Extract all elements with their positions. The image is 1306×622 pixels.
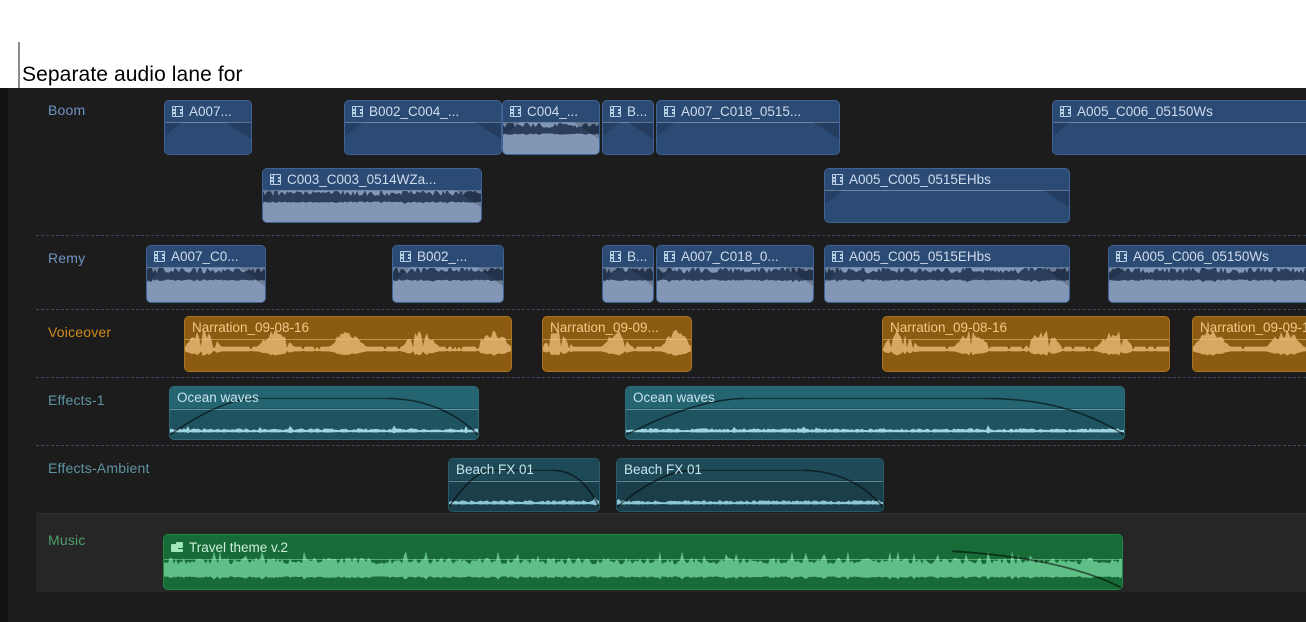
- lane-label-effects-ambient[interactable]: Effects-Ambient: [48, 460, 150, 476]
- timeline-clip[interactable]: C004_...: [502, 100, 600, 155]
- timeline-clip[interactable]: A007_C018_0...: [656, 245, 814, 303]
- clip-waveform: [393, 268, 503, 302]
- timeline-clip[interactable]: B002_C004_...: [344, 100, 502, 155]
- timeline-lanes[interactable]: Boom A007... B002_C004_... C004_... B... A007…: [36, 88, 1306, 622]
- clip-body: [603, 123, 653, 154]
- lane-effects-ambient[interactable]: Effects-Ambient Beach FX 01 Beach FX 01: [36, 446, 1306, 514]
- clip-body: [1053, 123, 1306, 154]
- timeline-clip[interactable]: Ocean waves: [625, 386, 1125, 440]
- clip-divider: [543, 339, 691, 340]
- clip-header: [165, 101, 251, 122]
- clip-header: [657, 246, 813, 267]
- lane-effects-1[interactable]: Effects-1 Ocean waves Ocean waves: [36, 378, 1306, 446]
- clip-waveform: [1193, 317, 1306, 371]
- clip-body: [165, 123, 251, 154]
- clip-divider: [503, 122, 599, 123]
- clip-header: [825, 169, 1069, 190]
- clip-waveform: [449, 459, 599, 511]
- clip-waveform: [883, 317, 1169, 371]
- timeline-clip[interactable]: B002_...: [392, 245, 504, 303]
- clip-divider: [1193, 339, 1306, 340]
- clip-divider: [603, 267, 653, 268]
- lane-label-effects-1[interactable]: Effects-1: [48, 392, 105, 408]
- clip-header: [603, 246, 653, 267]
- lane-voiceover[interactable]: Voiceover Narration_09-08-16 Narration_09-…: [36, 310, 1306, 378]
- clip-waveform: [164, 535, 1122, 589]
- timeline-clip[interactable]: B...: [602, 245, 654, 303]
- clip-divider: [603, 122, 653, 123]
- clip-divider: [165, 122, 251, 123]
- timeline-clip[interactable]: Beach FX 01: [448, 458, 600, 512]
- clip-waveform: [185, 317, 511, 371]
- clip-waveform: [263, 191, 481, 222]
- clip-header: [1053, 101, 1306, 122]
- clip-waveform: [657, 268, 813, 302]
- clip-header: [345, 101, 501, 122]
- timeline-clip[interactable]: C003_C003_0514WZa...: [262, 168, 482, 223]
- lane-label-voiceover[interactable]: Voiceover: [48, 324, 111, 340]
- clip-divider: [185, 339, 511, 340]
- clip-divider: [1109, 267, 1306, 268]
- timeline-clip[interactable]: Travel theme v.2: [163, 534, 1123, 590]
- clip-waveform: [503, 123, 599, 154]
- screenshot-root: Separate audio lane for a custom Voiceov…: [0, 0, 1306, 622]
- clip-divider: [1053, 122, 1306, 123]
- lane-boom[interactable]: Boom A007... B002_C004_... C004_... B... A007…: [36, 88, 1306, 236]
- lane-label-boom[interactable]: Boom: [48, 102, 85, 118]
- timeline-clip[interactable]: A005_C006_05150Ws: [1052, 100, 1306, 155]
- timeline-clip[interactable]: Ocean waves: [169, 386, 479, 440]
- lane-remy[interactable]: Remy A007_C0... B002_... B... A007_C018_0...…: [36, 236, 1306, 310]
- lane-music[interactable]: Music Travel theme v.2: [36, 514, 1306, 612]
- timeline-left-gutter: [0, 88, 8, 622]
- timeline-clip[interactable]: Narration_09-09...: [542, 316, 692, 372]
- timeline-clip[interactable]: Narration_09-08-16: [184, 316, 512, 372]
- timeline-clip[interactable]: Narration_09-08-16: [882, 316, 1170, 372]
- clip-divider: [449, 481, 599, 482]
- timeline-clip[interactable]: Narration_09-09-1: [1192, 316, 1306, 372]
- clip-header: [263, 169, 481, 190]
- annotation-line-1: Separate audio lane for: [22, 63, 243, 86]
- clip-divider: [393, 267, 503, 268]
- clip-header: [825, 246, 1069, 267]
- clip-body: [345, 123, 501, 154]
- clip-header: [1109, 246, 1306, 267]
- clip-divider: [657, 267, 813, 268]
- clip-header: [657, 101, 839, 122]
- clip-waveform: [626, 387, 1124, 439]
- clip-header: [393, 246, 503, 267]
- clip-divider: [164, 559, 1122, 560]
- timeline-panel[interactable]: Boom A007... B002_C004_... C004_... B... A007…: [0, 88, 1306, 622]
- clip-divider: [263, 190, 481, 191]
- clip-divider: [825, 267, 1069, 268]
- clip-divider: [825, 190, 1069, 191]
- clip-header: [147, 246, 265, 267]
- timeline-clip[interactable]: A007_C018_0515...: [656, 100, 840, 155]
- clip-waveform: [603, 268, 653, 302]
- timeline-clip[interactable]: A005_C005_0515EHbs: [824, 168, 1070, 223]
- clip-waveform: [170, 387, 478, 439]
- clip-header: [503, 101, 599, 122]
- timeline-clip[interactable]: B...: [602, 100, 654, 155]
- lane-label-remy[interactable]: Remy: [48, 250, 85, 266]
- clip-divider: [883, 339, 1169, 340]
- clip-divider: [617, 481, 883, 482]
- clip-divider: [170, 409, 478, 410]
- clip-divider: [345, 122, 501, 123]
- clip-waveform: [617, 459, 883, 511]
- clip-waveform: [147, 268, 265, 302]
- clip-header: [603, 101, 653, 122]
- clip-divider: [626, 409, 1124, 410]
- timeline-clip[interactable]: A005_C005_0515EHbs: [824, 245, 1070, 303]
- clip-body: [825, 191, 1069, 222]
- clip-waveform: [1109, 268, 1306, 302]
- timeline-clip[interactable]: A007_C0...: [146, 245, 266, 303]
- timeline-clip[interactable]: A005_C006_05150Ws: [1108, 245, 1306, 303]
- clip-divider: [657, 122, 839, 123]
- clip-divider: [147, 267, 265, 268]
- timeline-clip[interactable]: A007...: [164, 100, 252, 155]
- timeline-clip[interactable]: Beach FX 01: [616, 458, 884, 512]
- clip-waveform: [543, 317, 691, 371]
- clip-body: [657, 123, 839, 154]
- clip-waveform: [825, 268, 1069, 302]
